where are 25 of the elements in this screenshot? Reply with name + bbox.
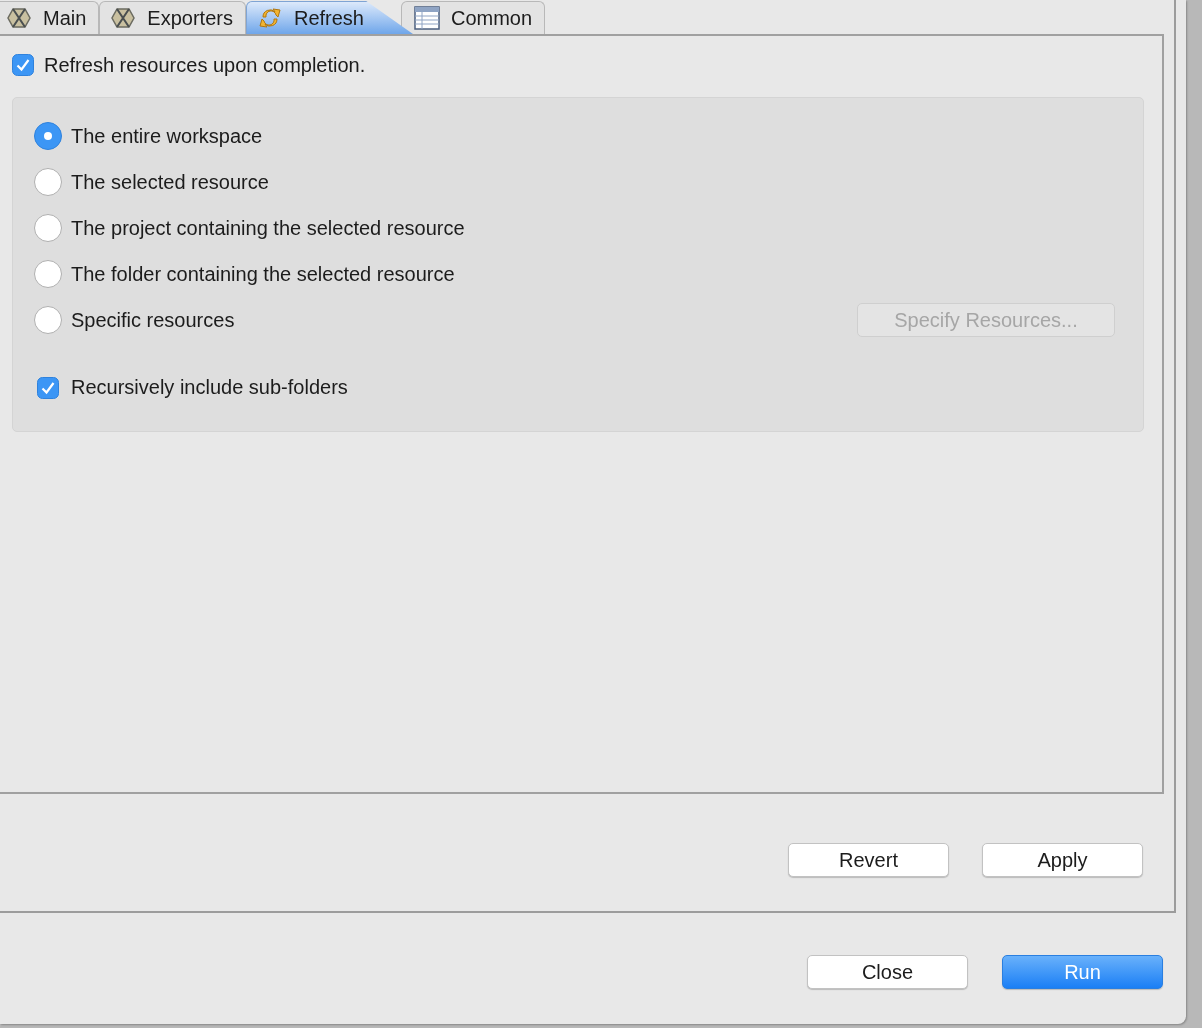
table-icon <box>414 6 440 30</box>
hexagon-icon <box>110 6 137 30</box>
radio-label: The folder containing the selected resource <box>71 262 455 286</box>
radio-button[interactable] <box>34 306 62 334</box>
checkbox[interactable] <box>12 54 34 76</box>
refresh-icon <box>256 6 283 30</box>
radio-button[interactable] <box>34 214 62 242</box>
checkbox[interactable] <box>37 376 59 399</box>
button[interactable]: Close <box>807 955 968 989</box>
radio-label: The project containing the selected resource <box>71 216 465 240</box>
tab[interactable]: Refresh <box>245 1 413 34</box>
radio-label: Specific resources <box>71 308 235 332</box>
button[interactable]: Revert <box>788 843 949 877</box>
radio-button[interactable] <box>34 168 62 196</box>
tab[interactable]: Exporters <box>99 1 246 34</box>
radio-button[interactable] <box>34 122 62 150</box>
tab[interactable]: Main <box>0 1 100 34</box>
checkbox-label: Recursively include sub-folders <box>71 376 348 399</box>
button[interactable]: Apply <box>982 843 1143 877</box>
hexagon-icon <box>6 6 32 30</box>
checkbox-label: Refresh resources upon completion. <box>44 53 366 77</box>
radio-button[interactable] <box>34 260 62 288</box>
tab[interactable]: Common <box>401 1 546 34</box>
radio-label: The entire workspace <box>71 124 263 148</box>
radio-label: The selected resource <box>71 170 269 194</box>
